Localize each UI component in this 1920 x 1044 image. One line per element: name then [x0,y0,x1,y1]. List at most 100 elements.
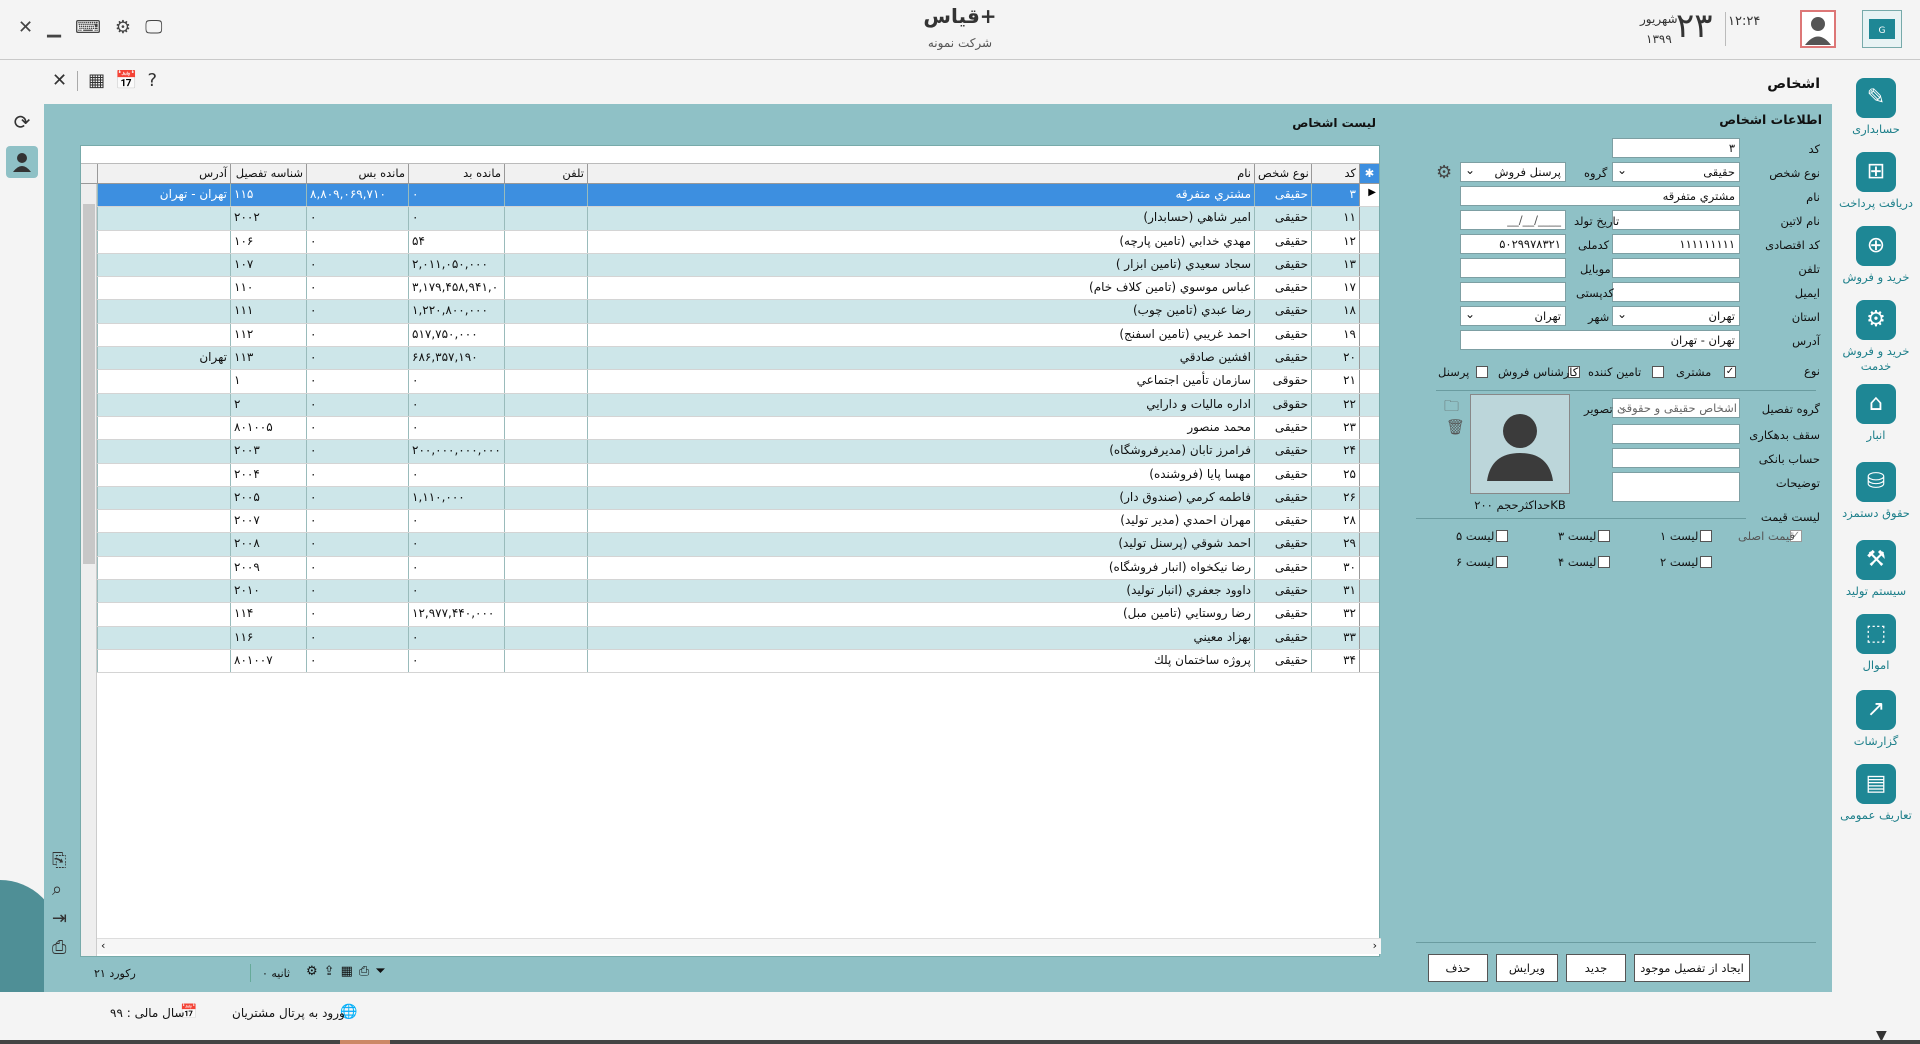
address-field[interactable]: تهران - تهران [1460,330,1740,350]
export-icon[interactable]: ⎘ [52,850,67,871]
bank-account-field[interactable] [1612,448,1740,468]
row-marker[interactable] [1359,277,1379,300]
person-tab-icon[interactable] [6,146,38,178]
table-row[interactable]: تهران - تهران ۱۱۵ ۸,۸۰۹,۰۶۹,۷۱۰ ۰ مشتري متفر… [97,184,1379,208]
col-phone[interactable]: تلفن [504,164,587,183]
print-icon[interactable]: ⎙ [52,937,67,958]
table-row[interactable]: ۲۰۰۵ ۰ ۱,۱۱۰,۰۰۰ فاطمه کرمي (صندوق دار) حقیق… [97,486,1379,511]
row-marker[interactable] [1359,626,1379,649]
edit-button[interactable]: ویرایش [1496,954,1558,982]
table-row[interactable]: ۱۰۶ ۰ ۵۴ مهدي خدابي (تامين پارچه) حقیقی ۱۲ [97,230,1379,254]
row-marker[interactable] [1359,440,1379,463]
scroll-right-icon[interactable]: › [1373,939,1377,952]
row-marker[interactable] [1359,533,1379,556]
postal-field[interactable] [1460,282,1566,302]
detail-group-select[interactable]: اشخاص حقیقی و حقوقی [1612,398,1740,418]
user-avatar[interactable] [1800,10,1836,48]
filter-row[interactable] [81,146,1379,164]
row-marker[interactable] [1359,207,1379,230]
table-row[interactable]: ۱۱۰ ۰ ۳,۱۷۹,۴۵۸,۹۴۱,۰ عباس موسوي (تامين کلا… [97,277,1379,301]
row-marker[interactable] [1359,603,1379,626]
new-button[interactable]: جدید [1566,954,1626,982]
filter-icon[interactable]: ⏷ [375,964,385,979]
row-marker[interactable] [1359,230,1379,253]
calendar-icon[interactable]: 📅 [115,70,137,91]
current-row-marker[interactable]: ▶ [1359,184,1379,207]
customer-portal-link[interactable]: ورود به پرتال مشتریان [232,1006,345,1020]
description-field[interactable] [1612,472,1740,502]
nav-item-1[interactable]: ⊞ دریافت پرداخت [1832,152,1920,211]
create-from-detail-button[interactable]: ایجاد از تفصیل موجود [1634,954,1750,982]
col-detail-id[interactable]: شناسه تفصیل [230,164,306,183]
customer-checkbox[interactable]: ✓ [1724,366,1736,378]
share-icon[interactable]: ⇪ [324,964,335,979]
code-field[interactable]: ۳ [1612,138,1740,158]
birth-date-field[interactable]: __/__/____ [1460,210,1566,230]
table-row[interactable]: ۲۰۰۷ ۰ ۰ مهران احمدي (مدير توليد) حقیقی ۲۸ [97,510,1379,534]
trash-icon[interactable]: 🗑 [1446,418,1465,436]
table-row[interactable]: ۲۰۰۲ ۰ ۰ امیر شاهي (حسابدار) حقیقی ۱۱ [97,207,1379,231]
table-row[interactable]: ۱۰۷ ۰ ۲,۰۱۱,۰۵۰,۰۰۰ سجاد سعيدي (تامين ابزار… [97,253,1379,278]
table-row[interactable]: ۲۰۱۰ ۰ ۰ داوود جعفري (انبار توليد) حقیقی ۳۱ [97,580,1379,604]
staff-checkbox[interactable] [1476,366,1488,378]
scroll-left-icon[interactable]: ‹ [101,939,105,952]
nav-item-4[interactable]: ⌂ انبار [1832,384,1920,443]
table-row[interactable]: تهران ۱۱۳ ۰ ۶۸۶,۳۵۷,۱۹۰ افشين صادقي حقیقی ۲۰ [97,347,1379,371]
email-field[interactable] [1612,282,1740,302]
table-row[interactable]: ۱۱۱ ۰ ۱,۲۲۰,۸۰۰,۰۰۰ رضا عبدي (تامين چوب) حقی… [97,300,1379,324]
col-debit[interactable]: مانده بد [408,164,504,183]
col-address[interactable]: آدرس [97,164,230,183]
nav-item-7[interactable]: ⬚ اموال [1832,614,1920,673]
table-row[interactable]: ۱ ۰ ۰ سازمان تأمين اجتماعي حقوقی ۲۱ [97,370,1379,394]
nav-item-5[interactable]: ⛁ حقوق دستمزد [1832,462,1920,521]
help-icon[interactable]: ? [148,70,158,91]
table-row[interactable]: ۲۰۰۸ ۰ ۰ احمد شوقي (پرسنل توليد) حقیقی ۲۹ [97,533,1379,557]
row-marker[interactable] [1359,253,1379,277]
list-6-checkbox[interactable] [1496,556,1508,568]
login-icon[interactable]: ⇥ [52,908,67,929]
calculator-icon[interactable]: ▦ [88,70,105,91]
col-type[interactable]: نوع شخص [1254,164,1311,183]
row-marker[interactable] [1359,486,1379,510]
province-select[interactable]: تهران [1612,306,1740,326]
nav-item-6[interactable]: ⚒ سیستم تولید [1832,540,1920,599]
econ-code-field[interactable]: ۱۱۱۱۱۱۱۱۱ [1612,234,1740,254]
row-marker[interactable] [1359,370,1379,393]
horizontal-scrollbar[interactable]: ‹ › [97,938,1381,954]
table-row[interactable]: ۸۰۱۰۰۵ ۰ ۰ محمد منصور حقیقی ۲۳ [97,416,1379,441]
supplier-checkbox[interactable] [1652,366,1664,378]
nav-item-9[interactable]: ▤ تعاریف عمومی [1832,764,1920,823]
debt-limit-field[interactable] [1612,424,1740,444]
latin-name-field[interactable] [1612,210,1740,230]
person-type-select[interactable]: حقیقی [1612,162,1740,182]
row-marker[interactable] [1359,300,1379,323]
city-select[interactable]: تهران [1460,306,1566,326]
list-3-checkbox[interactable] [1598,530,1610,542]
row-marker[interactable] [1359,416,1379,440]
settings-icon[interactable]: ⚙ [306,964,318,979]
nav-item-8[interactable]: ↗ گزارشات [1832,690,1920,749]
nav-item-2[interactable]: ⊕ خرید و فروش [1832,226,1920,285]
row-marker[interactable] [1359,649,1379,673]
person-photo[interactable] [1470,394,1570,494]
nav-item-3[interactable]: ⚙ خرید و فروش خدمت [1832,300,1920,374]
col-name[interactable]: نام [587,164,1254,183]
scroll-thumb[interactable] [83,204,95,564]
mobile-field[interactable] [1460,258,1566,278]
select-all-icon[interactable]: ✱ [1359,164,1379,183]
list-2-checkbox[interactable] [1700,556,1712,568]
excel-icon[interactable]: ▦ [341,964,353,979]
vertical-scrollbar[interactable] [81,184,97,956]
nav-item-0[interactable]: ✎ حسابداری [1832,78,1920,137]
col-code[interactable]: کد [1311,164,1359,183]
print-icon[interactable]: ⎙ [359,964,369,979]
list-1-checkbox[interactable] [1700,530,1712,542]
list-5-checkbox[interactable] [1496,530,1508,542]
name-field[interactable]: مشتري متفرقه [1460,186,1740,206]
row-marker[interactable] [1359,323,1379,347]
list-4-checkbox[interactable] [1598,556,1610,568]
row-marker[interactable] [1359,393,1379,416]
table-row[interactable]: ۲۰۰۳ ۰ ۲۰۰,۰۰۰,۰۰۰,۰۰۰ فرامرز تابان (مديرفر… [97,440,1379,464]
delete-button[interactable]: حذف [1428,954,1488,982]
table-row[interactable]: ۲۰۰۹ ۰ ۰ رضا نيکخواه (انبار فروشگاه) حقیقی ۳۰ [97,556,1379,581]
